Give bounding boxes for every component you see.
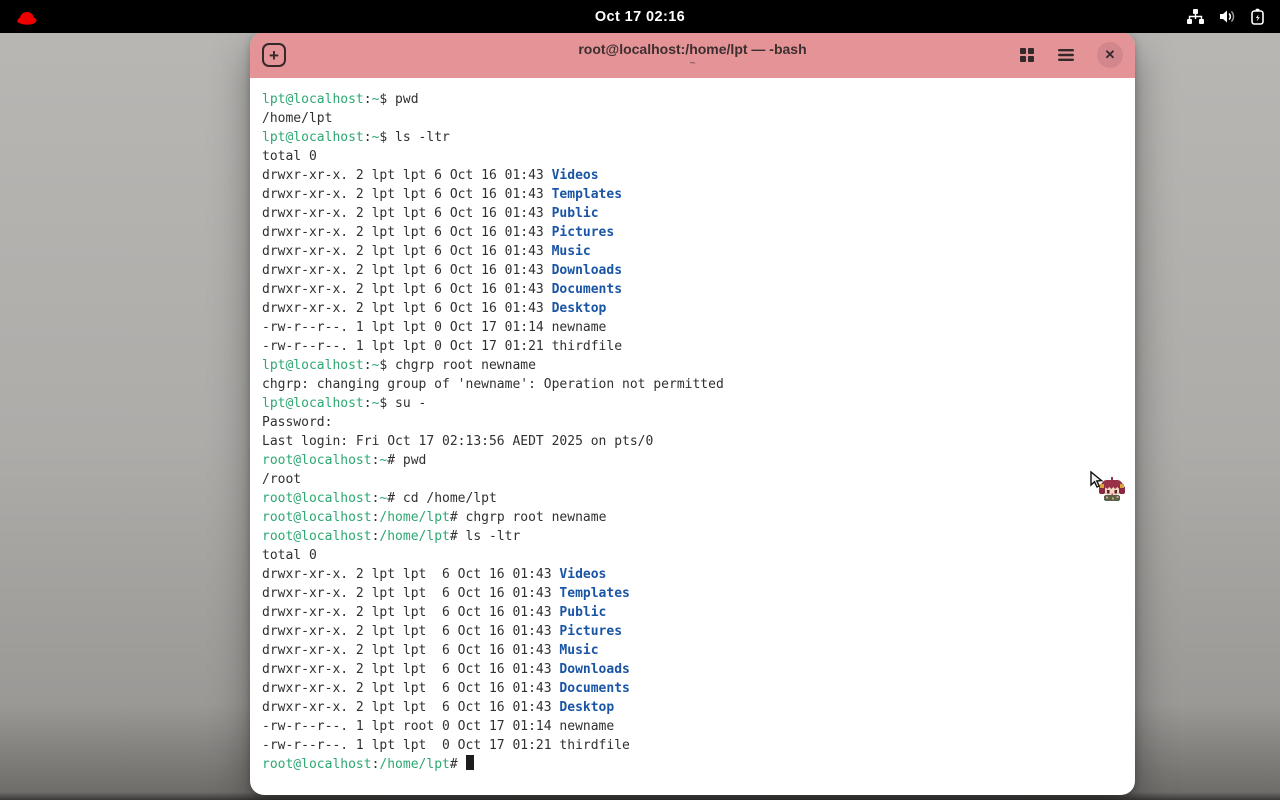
terminal-line: chgrp: changing group of 'newname': Oper… [262,377,724,392]
terminal-line: -rw-r--r--. 1 lpt root 0 Oct 17 01:14 ne… [262,719,615,734]
terminal-line: lpt@localhost:~$ chgrp root newname [262,358,536,373]
wired-network-icon [1186,8,1205,25]
volume-icon [1218,8,1236,25]
new-tab-button[interactable]: + [262,43,286,67]
terminal-line: drwxr-xr-x. 2 lpt lpt 6 Oct 16 01:43 Pub… [262,605,607,620]
terminal-line: -rw-r--r--. 1 lpt lpt 0 Oct 17 01:21 thi… [262,738,630,753]
terminal-line: drwxr-xr-x. 2 lpt lpt 6 Oct 16 01:43 Tem… [262,586,630,601]
terminal-line: drwxr-xr-x. 2 lpt lpt 6 Oct 16 01:43 Des… [262,700,615,715]
terminal-line: lpt@localhost:~$ pwd [262,92,419,107]
terminal-line: root@localhost:~# cd /home/lpt [262,491,497,506]
terminal-line: drwxr-xr-x. 2 lpt lpt 6 Oct 16 01:43 Pic… [262,624,623,639]
battery-charging-icon [1249,8,1266,26]
pet-sprite [1099,477,1125,501]
close-button[interactable]: ✕ [1097,42,1123,68]
arrow-cursor [1090,470,1104,488]
terminal-line: drwxr-xr-x. 2 lpt lpt 6 Oct 16 01:43 Des… [262,301,607,316]
terminal-line: /home/lpt [262,111,333,126]
terminal-line: Last login: Fri Oct 17 02:13:56 AEDT 202… [262,434,654,449]
terminal-output[interactable]: lpt@localhost:~$ pwd/home/lpt lpt@localho… [250,78,1135,774]
window-title: root@localhost:/home/lpt — -bash [578,41,807,57]
terminal-line: total 0 [262,548,317,563]
terminal-window: + root@localhost:/home/lpt — -bash ~ ✕ l… [250,32,1135,795]
terminal-line: total 0 [262,149,317,164]
terminal-line: drwxr-xr-x. 2 lpt lpt 6 Oct 16 01:43 Pic… [262,225,615,240]
terminal-line: drwxr-xr-x. 2 lpt lpt 6 Oct 16 01:43 Doc… [262,282,623,297]
terminal-line: drwxr-xr-x. 2 lpt lpt 6 Oct 16 01:43 Dow… [262,263,623,278]
terminal-line: drwxr-xr-x. 2 lpt lpt 6 Oct 16 01:43 Pub… [262,206,599,221]
terminal-line: drwxr-xr-x. 2 lpt lpt 6 Oct 16 01:43 Doc… [262,681,630,696]
terminal-line: drwxr-xr-x. 2 lpt lpt 6 Oct 16 01:43 Dow… [262,662,630,677]
terminal-line: drwxr-xr-x. 2 lpt lpt 6 Oct 16 01:43 Tem… [262,187,623,202]
terminal-line: root@localhost:/home/lpt# [262,755,1123,774]
system-tray[interactable] [1186,8,1266,26]
terminal-line: lpt@localhost:~$ su - [262,396,427,411]
terminal-line: root@localhost:~# pwd [262,453,427,468]
terminal-line: Password: [262,415,333,430]
terminal-line: lpt@localhost:~$ ls -ltr [262,130,450,145]
top-system-bar: Oct 17 02:16 [0,0,1280,33]
terminal-line: -rw-r--r--. 1 lpt lpt 0 Oct 17 01:14 new… [262,320,607,335]
terminal-cursor [465,755,474,770]
titlebar[interactable]: + root@localhost:/home/lpt — -bash ~ ✕ [250,32,1135,78]
terminal-line: drwxr-xr-x. 2 lpt lpt 6 Oct 16 01:43 Mus… [262,244,591,259]
terminal-line: root@localhost:/home/lpt# ls -ltr [262,529,521,544]
terminal-line: /root [262,472,302,487]
menu-button[interactable] [1057,48,1075,62]
terminal-line: root@localhost:/home/lpt# chgrp root new… [262,510,607,525]
mouse-cursor-with-pet [1085,468,1129,517]
terminal-line: drwxr-xr-x. 2 lpt lpt 6 Oct 16 01:43 Mus… [262,643,599,658]
terminal-line: -rw-r--r--. 1 lpt lpt 0 Oct 17 01:21 thi… [262,339,623,354]
tab-overview-button[interactable] [1019,47,1035,63]
terminal-line: drwxr-xr-x. 2 lpt lpt 6 Oct 16 01:43 Vid… [262,567,607,582]
clock[interactable]: Oct 17 02:16 [0,9,1280,25]
window-subtitle: ~ [689,58,696,69]
terminal-line: drwxr-xr-x. 2 lpt lpt 6 Oct 16 01:43 Vid… [262,168,599,183]
